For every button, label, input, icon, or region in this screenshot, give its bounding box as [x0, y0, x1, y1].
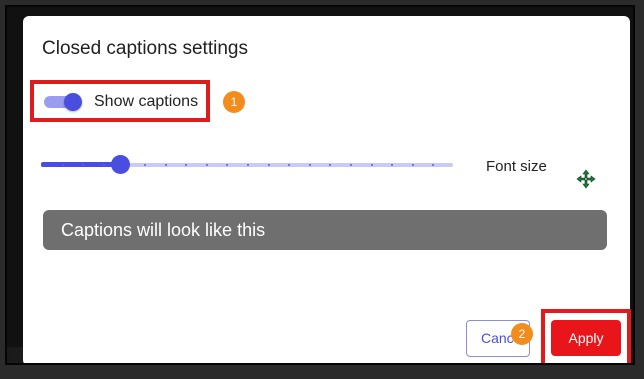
font-size-slider[interactable]: [41, 155, 453, 175]
slider-tick: [206, 164, 208, 166]
slider-tick: [144, 164, 146, 166]
slider-tick: [165, 164, 167, 166]
show-captions-highlight: Show captions: [30, 80, 210, 122]
slider-fill: [41, 162, 120, 167]
slider-tick: [412, 164, 414, 166]
window-frame: Closed captions settings Show captions 1…: [5, 5, 635, 365]
slider-tick: [268, 164, 270, 166]
slider-tick: [62, 164, 64, 166]
slider-tick: [185, 164, 187, 166]
closed-captions-dialog: Closed captions settings Show captions 1…: [23, 16, 631, 363]
apply-highlight: Apply: [541, 309, 631, 363]
step-badge-1: 1: [223, 91, 245, 113]
font-size-label: Font size: [486, 158, 547, 175]
toggle-thumb: [64, 93, 82, 111]
show-captions-label: Show captions: [94, 93, 199, 110]
show-captions-toggle[interactable]: [44, 93, 82, 111]
slider-tick: [82, 164, 84, 166]
caption-preview: Captions will look like this: [43, 210, 607, 250]
dialog-title: Closed captions settings: [42, 38, 248, 59]
slider-tick: [226, 164, 228, 166]
slider-tick: [432, 164, 434, 166]
slider-tick: [391, 164, 393, 166]
slider-tick: [329, 164, 331, 166]
apply-button[interactable]: Apply: [551, 320, 621, 356]
slider-tick: [247, 164, 249, 166]
slider-tick: [309, 164, 311, 166]
move-cursor-icon: [576, 169, 596, 189]
slider-tick: [288, 164, 290, 166]
slider-tick: [350, 164, 352, 166]
slider-thumb[interactable]: [111, 155, 130, 174]
step-badge-2: 2: [511, 323, 533, 345]
slider-tick: [103, 164, 105, 166]
slider-tick: [371, 164, 373, 166]
